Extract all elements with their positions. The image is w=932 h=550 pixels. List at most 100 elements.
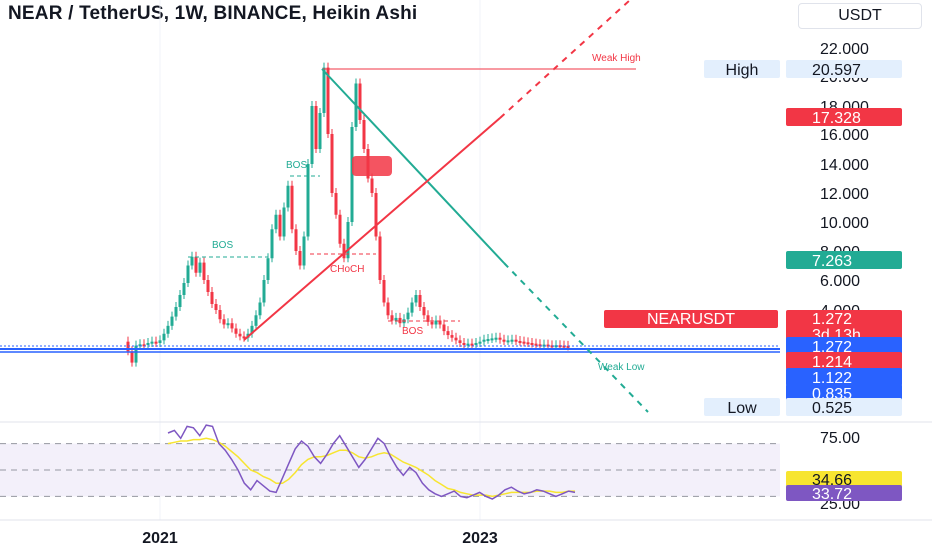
candle-down xyxy=(230,323,234,329)
candle-down xyxy=(442,324,446,332)
time-axis[interactable]: 2021 2023 xyxy=(0,519,932,547)
candle-up xyxy=(486,339,490,342)
symbol-name-text: NEARUSDT xyxy=(647,311,735,328)
price-tick-label: 14.000 xyxy=(820,157,869,174)
candle-up xyxy=(414,295,418,303)
rsi-tick-label: 75.00 xyxy=(820,430,860,447)
price-tick-label: 22.000 xyxy=(820,41,869,58)
candle-up xyxy=(482,339,486,342)
candle-down xyxy=(502,339,506,342)
price-badge-value: 17.328 xyxy=(812,110,861,127)
candle-up xyxy=(258,302,262,316)
candle-up xyxy=(226,323,230,326)
low-label-text: Low xyxy=(727,400,757,417)
candle-up xyxy=(190,256,194,266)
candle-up xyxy=(286,185,290,208)
price-tick-label: 10.000 xyxy=(820,215,869,232)
candle-up xyxy=(146,342,150,345)
price-badge-value: 20.597 xyxy=(812,62,861,79)
candle-down xyxy=(514,339,518,342)
candle-up xyxy=(178,295,182,307)
candle-down xyxy=(530,342,534,345)
candle-down xyxy=(334,193,338,215)
candle-down xyxy=(362,120,366,149)
price-badge-value: 7.263 xyxy=(812,253,852,270)
rsi-label-value: 33.72 xyxy=(812,486,852,503)
price-chart[interactable]: Weak High Weak Low BOS BOS BOS CHoCH 22.000 20… xyxy=(0,0,932,550)
rsi-pane: 75.0025.0034.6633.72 xyxy=(0,421,932,513)
candle-up xyxy=(186,265,190,283)
price-tick-label: 16.000 xyxy=(820,127,869,144)
candle-down xyxy=(330,134,334,193)
candle-down xyxy=(522,341,526,344)
candle-up xyxy=(490,338,494,341)
price-tick-label: 6.000 xyxy=(820,273,860,290)
candle-up xyxy=(302,236,306,266)
candle-down xyxy=(238,333,242,337)
time-tick-label: 2021 xyxy=(142,530,178,547)
candle-up xyxy=(318,113,322,149)
candle-up xyxy=(406,312,410,320)
candle-down xyxy=(294,229,298,251)
downtrend-line-projection xyxy=(503,262,649,413)
candle-up xyxy=(274,214,278,230)
candle-down xyxy=(430,321,434,325)
candle-down xyxy=(446,331,450,336)
candle-down xyxy=(390,315,394,321)
choch-label: CHoCH xyxy=(330,264,364,275)
candle-down xyxy=(214,304,218,310)
candle-up xyxy=(270,229,274,259)
candle-down xyxy=(154,341,158,344)
weak-high-label: Weak High xyxy=(592,53,641,64)
candle-down xyxy=(202,262,206,280)
candle-down xyxy=(194,256,198,273)
high-label-text: High xyxy=(726,62,759,79)
candle-up xyxy=(506,340,510,343)
time-tick-label: 2023 xyxy=(462,530,498,547)
candle-down xyxy=(498,337,502,340)
order-block xyxy=(352,156,392,176)
bos-label: BOS xyxy=(402,326,423,337)
candle-up xyxy=(494,337,498,340)
candle-up xyxy=(198,262,202,273)
candle-up xyxy=(182,283,186,295)
candle-down xyxy=(234,328,238,334)
drawing-layer xyxy=(0,0,780,413)
candle-down xyxy=(454,337,458,341)
candle-down xyxy=(342,243,346,259)
candle-down xyxy=(222,319,226,325)
candle-down xyxy=(370,178,374,193)
candle-up xyxy=(266,258,270,280)
candle-up xyxy=(474,342,478,345)
candle-up xyxy=(254,315,258,326)
weak-low-label: Weak Low xyxy=(598,362,645,373)
candle-up xyxy=(394,317,398,321)
candles-layer xyxy=(126,62,570,367)
bos-label: BOS xyxy=(212,240,233,251)
price-axis[interactable]: 22.00020.00018.00016.00014.00012.00010.0… xyxy=(604,41,902,417)
candle-up xyxy=(166,325,170,334)
candle-down xyxy=(418,295,422,307)
candle-up xyxy=(478,341,482,344)
candle-down xyxy=(458,340,462,343)
candle-up xyxy=(282,207,286,237)
candle-down xyxy=(382,280,386,303)
candle-down xyxy=(210,292,214,304)
candle-up xyxy=(170,316,174,326)
candle-down xyxy=(526,342,530,345)
candle-up xyxy=(310,106,314,164)
bos-label: BOS xyxy=(286,160,307,171)
candle-down xyxy=(298,251,302,266)
grid-layer xyxy=(159,0,481,520)
candle-up xyxy=(510,339,514,342)
candle-up xyxy=(150,341,154,344)
candle-up xyxy=(262,280,266,303)
candle-down xyxy=(278,214,282,237)
candle-down xyxy=(450,335,454,338)
candle-up xyxy=(162,333,166,341)
candle-down xyxy=(290,185,294,230)
price-badge-value: 0.525 xyxy=(812,400,852,417)
candle-up xyxy=(306,164,310,237)
candle-down xyxy=(130,351,134,363)
candle-down xyxy=(422,307,426,316)
